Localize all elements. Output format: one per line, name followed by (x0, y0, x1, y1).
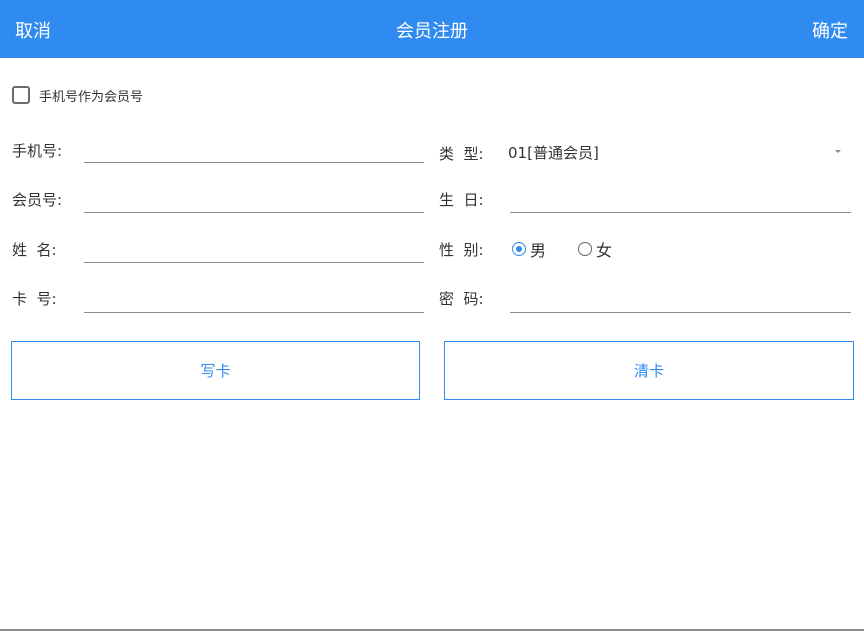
password-input[interactable] (510, 285, 851, 311)
page-title: 会员注册 (396, 21, 468, 42)
birthday-underline (510, 212, 851, 213)
phone-as-member-id-label: 手机号作为会员号 (39, 89, 144, 105)
gender-label: 性 别: (439, 241, 484, 259)
birthday-input[interactable] (510, 185, 851, 211)
birthday-label: 生 日: (439, 191, 484, 209)
gender-option-male-label: 男 (530, 241, 547, 260)
gender-option-male[interactable]: 男 (512, 238, 546, 260)
gender-option-female[interactable]: 女 (578, 238, 612, 260)
phone-as-member-id-checkbox[interactable] (12, 86, 30, 104)
card-no-underline (84, 312, 424, 313)
password-label: 密 码: (439, 290, 484, 308)
phone-label: 手机号: (12, 142, 63, 160)
phone-input[interactable] (84, 135, 424, 161)
member-type-value: 01[普通会员] (508, 144, 599, 162)
card-no-label: 卡 号: (12, 290, 57, 308)
radio-unchecked-icon[interactable] (578, 242, 592, 256)
write-card-button[interactable]: 写卡 (11, 341, 420, 400)
top-bar: 取消 会员注册 确定 (0, 0, 864, 58)
name-label: 姓 名: (12, 241, 57, 259)
name-input[interactable] (84, 235, 424, 261)
confirm-button[interactable]: 确定 (812, 17, 848, 43)
name-underline (84, 262, 424, 263)
member-no-input[interactable] (84, 185, 424, 211)
type-label: 类 型: (439, 145, 484, 163)
card-no-input[interactable] (84, 285, 424, 311)
phone-as-member-id-toggle[interactable]: 手机号作为会员号 (12, 85, 143, 105)
member-no-label: 会员号: (12, 191, 63, 209)
clear-card-button[interactable]: 清卡 (444, 341, 854, 400)
phone-underline (84, 162, 424, 163)
password-underline (510, 312, 851, 313)
member-no-underline (84, 212, 424, 213)
radio-checked-icon[interactable] (512, 242, 526, 256)
gender-option-female-label: 女 (596, 241, 613, 260)
member-type-select[interactable]: 01[普通会员] (508, 140, 848, 164)
dropdown-arrow-icon (835, 150, 841, 153)
